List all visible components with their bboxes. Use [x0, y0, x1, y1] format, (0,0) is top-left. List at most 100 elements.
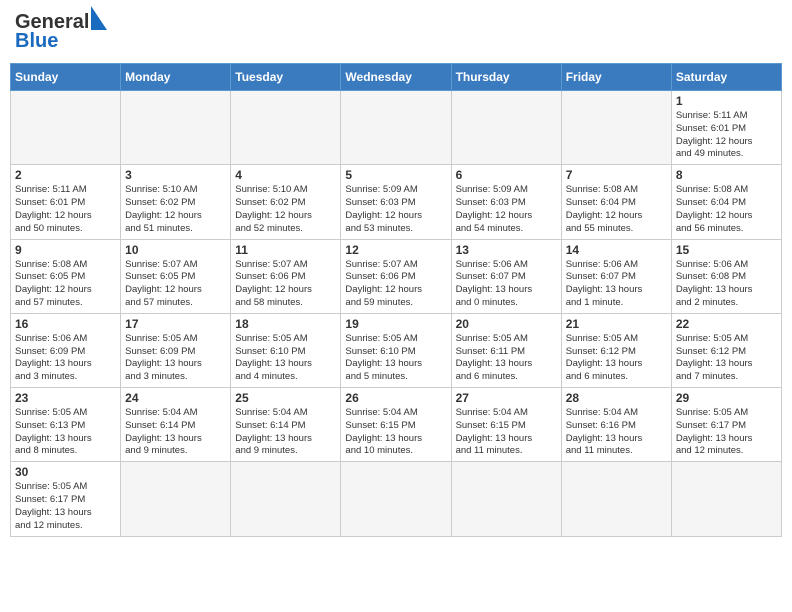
calendar-row: 1Sunrise: 5:11 AM Sunset: 6:01 PM Daylig… — [11, 91, 782, 165]
day-number: 17 — [125, 317, 226, 331]
calendar-cell — [561, 462, 671, 536]
calendar-cell: 16 Sunrise: 5:06 AM Sunset: 6:09 PM Dayli… — [11, 313, 121, 387]
day-info: Sunrise: 5:09 AM Sunset: 6:03 PM Dayligh… — [456, 184, 557, 235]
logo: General Blue — [15, 10, 107, 53]
day-info: Sunrise: 5:04 AM Sunset: 6:15 PM Dayligh… — [345, 407, 446, 458]
calendar-cell: 10 Sunrise: 5:07 AM Sunset: 6:05 PM Dayli… — [121, 239, 231, 313]
calendar: SundayMondayTuesdayWednesdayThursdayFrid… — [10, 63, 782, 537]
weekday-header: Thursday — [451, 64, 561, 91]
calendar-cell — [231, 462, 341, 536]
weekday-header: Wednesday — [341, 64, 451, 91]
calendar-cell: 4Sunrise: 5:10 AM Sunset: 6:02 PM Daylig… — [231, 165, 341, 239]
day-info: Sunrise: 5:04 AM Sunset: 6:15 PM Dayligh… — [456, 407, 557, 458]
calendar-cell — [231, 91, 341, 165]
calendar-row: 16 Sunrise: 5:06 AM Sunset: 6:09 PM Dayli… — [11, 313, 782, 387]
day-number: 28 — [566, 391, 667, 405]
day-number: 5 — [345, 168, 446, 182]
weekday-header: Friday — [561, 64, 671, 91]
calendar-cell: 18 Sunrise: 5:05 AM Sunset: 6:10 PM Dayli… — [231, 313, 341, 387]
day-info: Sunrise: 5:07 AM Sunset: 6:06 PM Dayligh… — [345, 259, 446, 310]
calendar-cell: 25 Sunrise: 5:04 AM Sunset: 6:14 PM Dayli… — [231, 388, 341, 462]
calendar-cell: 29Sunrise: 5:05 AM Sunset: 6:17 PM Dayli… — [671, 388, 781, 462]
weekday-header: Monday — [121, 64, 231, 91]
calendar-cell — [121, 91, 231, 165]
weekday-header-row: SundayMondayTuesdayWednesdayThursdayFrid… — [11, 64, 782, 91]
calendar-cell: 20 Sunrise: 5:05 AM Sunset: 6:11 PM Dayli… — [451, 313, 561, 387]
day-number: 19 — [345, 317, 446, 331]
day-info: Sunrise: 5:11 AM Sunset: 6:01 PM Dayligh… — [676, 110, 777, 161]
calendar-cell: 19Sunrise: 5:05 AM Sunset: 6:10 PM Dayli… — [341, 313, 451, 387]
calendar-cell: 13Sunrise: 5:06 AM Sunset: 6:07 PM Dayli… — [451, 239, 561, 313]
calendar-row: 9 Sunrise: 5:08 AM Sunset: 6:05 PM Daylig… — [11, 239, 782, 313]
day-number: 15 — [676, 243, 777, 257]
calendar-cell — [451, 462, 561, 536]
day-number: 16 — [15, 317, 116, 331]
day-number: 23 — [15, 391, 116, 405]
calendar-cell: 9 Sunrise: 5:08 AM Sunset: 6:05 PM Daylig… — [11, 239, 121, 313]
day-info: Sunrise: 5:08 AM Sunset: 6:04 PM Dayligh… — [676, 184, 777, 235]
calendar-cell — [11, 91, 121, 165]
day-info: Sunrise: 5:11 AM Sunset: 6:01 PM Dayligh… — [15, 184, 116, 235]
calendar-cell: 11 Sunrise: 5:07 AM Sunset: 6:06 PM Dayli… — [231, 239, 341, 313]
calendar-row: 23 Sunrise: 5:05 AM Sunset: 6:13 PM Dayli… — [11, 388, 782, 462]
day-info: Sunrise: 5:10 AM Sunset: 6:02 PM Dayligh… — [235, 184, 336, 235]
calendar-cell: 3Sunrise: 5:10 AM Sunset: 6:02 PM Daylig… — [121, 165, 231, 239]
day-info: Sunrise: 5:08 AM Sunset: 6:05 PM Dayligh… — [15, 259, 116, 310]
day-info: Sunrise: 5:05 AM Sunset: 6:13 PM Dayligh… — [15, 407, 116, 458]
day-info: Sunrise: 5:05 AM Sunset: 6:09 PM Dayligh… — [125, 333, 226, 384]
day-number: 10 — [125, 243, 226, 257]
day-number: 21 — [566, 317, 667, 331]
calendar-cell: 27 Sunrise: 5:04 AM Sunset: 6:15 PM Dayli… — [451, 388, 561, 462]
calendar-cell: 5 Sunrise: 5:09 AM Sunset: 6:03 PM Daylig… — [341, 165, 451, 239]
weekday-header: Tuesday — [231, 64, 341, 91]
weekday-header: Saturday — [671, 64, 781, 91]
day-number: 7 — [566, 168, 667, 182]
calendar-row: 2Sunrise: 5:11 AM Sunset: 6:01 PM Daylig… — [11, 165, 782, 239]
day-number: 6 — [456, 168, 557, 182]
day-number: 30 — [15, 465, 116, 479]
day-info: Sunrise: 5:05 AM Sunset: 6:11 PM Dayligh… — [456, 333, 557, 384]
header: General Blue — [10, 10, 782, 53]
calendar-cell: 7 Sunrise: 5:08 AM Sunset: 6:04 PM Daylig… — [561, 165, 671, 239]
weekday-header: Sunday — [11, 64, 121, 91]
day-number: 27 — [456, 391, 557, 405]
day-info: Sunrise: 5:07 AM Sunset: 6:06 PM Dayligh… — [235, 259, 336, 310]
day-info: Sunrise: 5:05 AM Sunset: 6:12 PM Dayligh… — [676, 333, 777, 384]
day-number: 11 — [235, 243, 336, 257]
calendar-cell — [121, 462, 231, 536]
day-info: Sunrise: 5:05 AM Sunset: 6:10 PM Dayligh… — [235, 333, 336, 384]
calendar-cell: 28 Sunrise: 5:04 AM Sunset: 6:16 PM Dayli… — [561, 388, 671, 462]
day-number: 20 — [456, 317, 557, 331]
day-number: 9 — [15, 243, 116, 257]
calendar-cell: 2Sunrise: 5:11 AM Sunset: 6:01 PM Daylig… — [11, 165, 121, 239]
calendar-cell — [671, 462, 781, 536]
calendar-cell: 22 Sunrise: 5:05 AM Sunset: 6:12 PM Dayli… — [671, 313, 781, 387]
calendar-cell — [341, 462, 451, 536]
calendar-cell: 14Sunrise: 5:06 AM Sunset: 6:07 PM Dayli… — [561, 239, 671, 313]
day-number: 13 — [456, 243, 557, 257]
calendar-cell — [561, 91, 671, 165]
day-info: Sunrise: 5:04 AM Sunset: 6:14 PM Dayligh… — [235, 407, 336, 458]
calendar-cell: 26Sunrise: 5:04 AM Sunset: 6:15 PM Dayli… — [341, 388, 451, 462]
calendar-cell: 12 Sunrise: 5:07 AM Sunset: 6:06 PM Dayli… — [341, 239, 451, 313]
day-number: 22 — [676, 317, 777, 331]
day-number: 8 — [676, 168, 777, 182]
day-info: Sunrise: 5:06 AM Sunset: 6:07 PM Dayligh… — [566, 259, 667, 310]
day-info: Sunrise: 5:05 AM Sunset: 6:17 PM Dayligh… — [15, 481, 116, 532]
day-info: Sunrise: 5:04 AM Sunset: 6:16 PM Dayligh… — [566, 407, 667, 458]
calendar-cell — [451, 91, 561, 165]
day-info: Sunrise: 5:09 AM Sunset: 6:03 PM Dayligh… — [345, 184, 446, 235]
day-info: Sunrise: 5:08 AM Sunset: 6:04 PM Dayligh… — [566, 184, 667, 235]
day-info: Sunrise: 5:06 AM Sunset: 6:08 PM Dayligh… — [676, 259, 777, 310]
day-info: Sunrise: 5:07 AM Sunset: 6:05 PM Dayligh… — [125, 259, 226, 310]
day-info: Sunrise: 5:06 AM Sunset: 6:09 PM Dayligh… — [15, 333, 116, 384]
calendar-cell: 17 Sunrise: 5:05 AM Sunset: 6:09 PM Dayli… — [121, 313, 231, 387]
calendar-cell: 1Sunrise: 5:11 AM Sunset: 6:01 PM Daylig… — [671, 91, 781, 165]
logo-blue: Blue — [15, 30, 58, 53]
day-info: Sunrise: 5:05 AM Sunset: 6:17 PM Dayligh… — [676, 407, 777, 458]
calendar-cell: 24Sunrise: 5:04 AM Sunset: 6:14 PM Dayli… — [121, 388, 231, 462]
day-number: 18 — [235, 317, 336, 331]
calendar-cell: 8 Sunrise: 5:08 AM Sunset: 6:04 PM Daylig… — [671, 165, 781, 239]
day-number: 25 — [235, 391, 336, 405]
day-number: 12 — [345, 243, 446, 257]
